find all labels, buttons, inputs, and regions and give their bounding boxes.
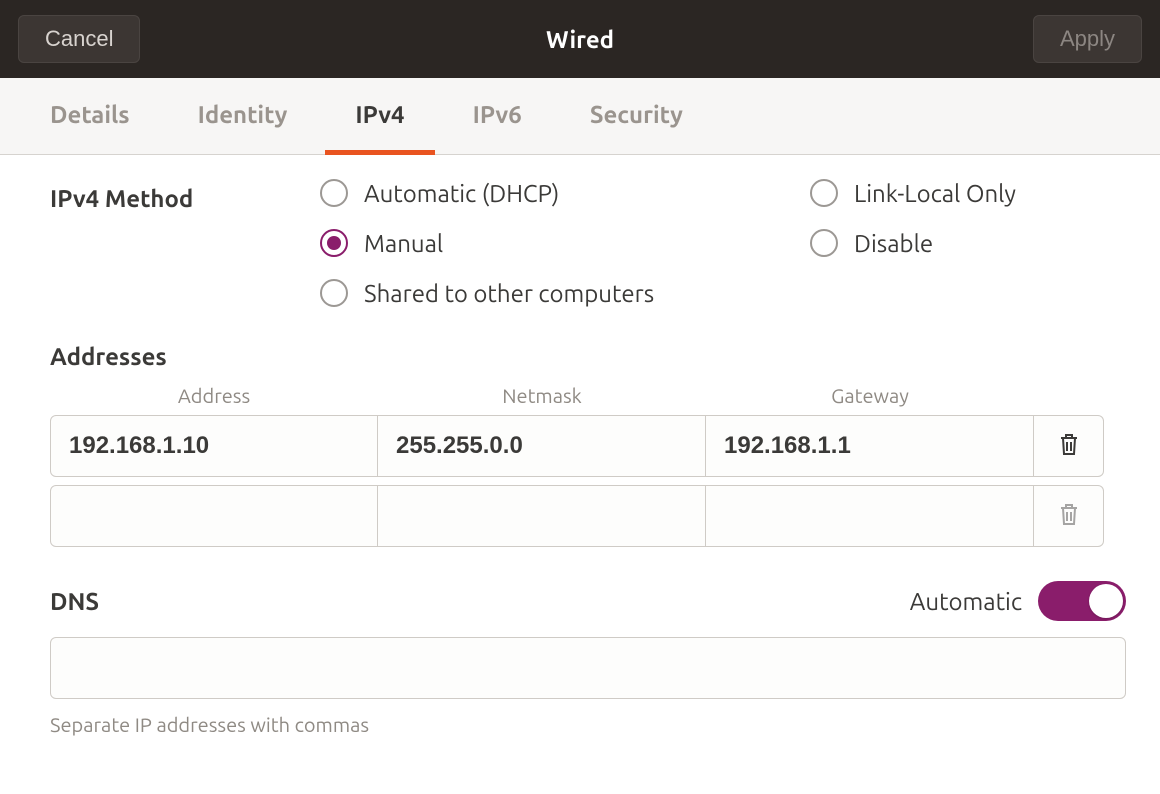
delete-row-button[interactable]: [1034, 415, 1104, 477]
address-row: [50, 415, 1126, 477]
radio-automatic-dhcp[interactable]: Automatic (DHCP): [320, 179, 810, 207]
addresses-title: Addresses: [50, 343, 1126, 370]
header-address: Address: [50, 384, 378, 407]
radio-label: Manual: [364, 230, 443, 257]
apply-button[interactable]: Apply: [1033, 15, 1142, 63]
gateway-input[interactable]: [706, 485, 1034, 547]
trash-icon: [1057, 501, 1081, 531]
tab-identity[interactable]: Identity: [168, 78, 318, 155]
address-row: [50, 485, 1126, 547]
dns-automatic-label: Automatic: [910, 588, 1022, 615]
dns-servers-input[interactable]: [50, 637, 1126, 699]
dns-label: DNS: [50, 588, 99, 615]
radio-icon: [320, 279, 348, 307]
radio-icon: [320, 179, 348, 207]
tab-ipv4[interactable]: IPv4: [325, 78, 434, 155]
trash-icon: [1057, 431, 1081, 461]
address-input[interactable]: [50, 415, 378, 477]
window-title: Wired: [0, 26, 1160, 53]
tab-bar: Details Identity IPv4 IPv6 Security: [0, 78, 1160, 155]
radio-disable[interactable]: Disable: [810, 229, 1126, 257]
radio-link-local-only[interactable]: Link-Local Only: [810, 179, 1126, 207]
tab-security[interactable]: Security: [560, 78, 713, 155]
cancel-button[interactable]: Cancel: [18, 15, 140, 63]
radio-label: Link-Local Only: [854, 180, 1016, 207]
header-netmask: Netmask: [378, 384, 706, 407]
radio-label: Automatic (DHCP): [364, 180, 559, 207]
radio-label: Shared to other computers: [364, 280, 654, 307]
tab-details[interactable]: Details: [20, 78, 160, 155]
address-input[interactable]: [50, 485, 378, 547]
radio-label: Disable: [854, 230, 933, 257]
addresses-headers: Address Netmask Gateway: [50, 384, 1126, 407]
delete-row-button[interactable]: [1034, 485, 1104, 547]
content-pane: IPv4 Method Automatic (DHCP) Link-Local …: [0, 155, 1160, 736]
ipv4-method-options: Automatic (DHCP) Link-Local Only Manual …: [320, 179, 1126, 307]
toggle-knob: [1089, 584, 1123, 618]
dns-hint: Separate IP addresses with commas: [50, 713, 1126, 736]
dns-automatic-toggle[interactable]: [1038, 581, 1126, 621]
netmask-input[interactable]: [378, 415, 706, 477]
netmask-input[interactable]: [378, 485, 706, 547]
tab-ipv6[interactable]: IPv6: [443, 78, 552, 155]
gateway-input[interactable]: [706, 415, 1034, 477]
radio-icon: [810, 179, 838, 207]
ipv4-method-section: IPv4 Method Automatic (DHCP) Link-Local …: [50, 179, 1126, 307]
radio-icon: [320, 229, 348, 257]
titlebar: Cancel Wired Apply: [0, 0, 1160, 78]
radio-manual[interactable]: Manual: [320, 229, 810, 257]
radio-icon: [810, 229, 838, 257]
dns-section-header: DNS Automatic: [50, 581, 1126, 621]
ipv4-method-label: IPv4 Method: [50, 179, 320, 212]
header-gateway: Gateway: [706, 384, 1034, 407]
radio-shared[interactable]: Shared to other computers: [320, 279, 1126, 307]
